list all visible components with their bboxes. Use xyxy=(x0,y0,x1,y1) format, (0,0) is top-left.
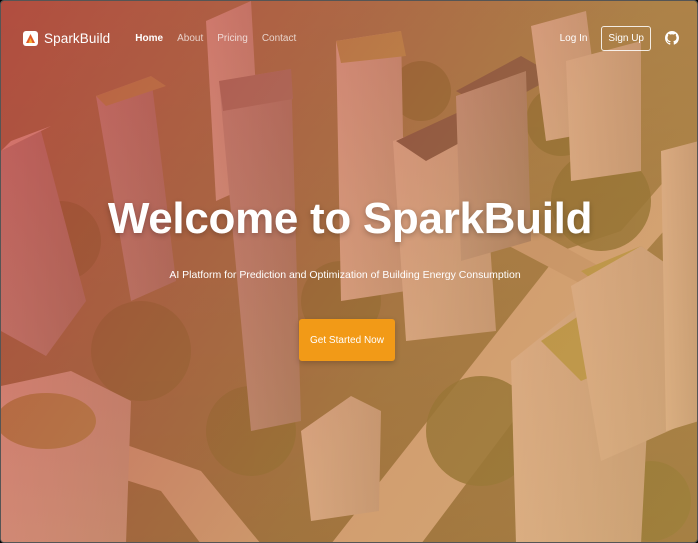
nav-link-about[interactable]: About xyxy=(170,33,210,44)
hero-title: Welcome to SparkBuild xyxy=(107,194,593,243)
top-navbar: SparkBuild Home About Pricing Contact Lo… xyxy=(1,1,697,75)
page-frame: SparkBuild Home About Pricing Contact Lo… xyxy=(0,0,698,543)
nav-link-contact[interactable]: Contact xyxy=(255,33,303,44)
signup-button[interactable]: Sign Up xyxy=(601,25,651,51)
nav-link-home[interactable]: Home xyxy=(128,33,170,44)
brand[interactable]: SparkBuild xyxy=(23,30,111,46)
brand-name: SparkBuild xyxy=(44,30,111,46)
spark-logo-icon xyxy=(23,30,38,46)
nav-links: Home About Pricing Contact xyxy=(128,33,303,44)
login-link[interactable]: Log In xyxy=(560,33,588,44)
get-started-button[interactable]: Get Started Now xyxy=(299,319,395,361)
hero-subtitle: AI Platform for Prediction and Optimizat… xyxy=(169,269,521,281)
github-icon[interactable] xyxy=(665,31,679,45)
nav-link-pricing[interactable]: Pricing xyxy=(210,33,255,44)
nav-actions: Log In Sign Up xyxy=(560,25,679,51)
